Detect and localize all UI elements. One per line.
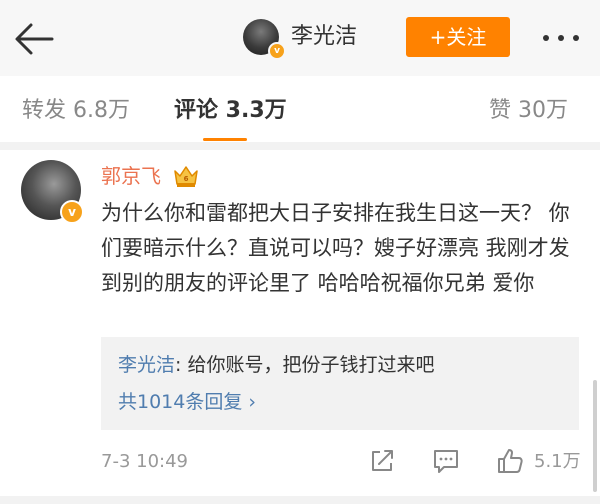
verified-badge-icon: v bbox=[268, 42, 286, 60]
reply-author[interactable]: 李光洁 bbox=[118, 354, 175, 376]
interaction-tabs: 转发 6.8万 评论 3.3万 赞 30万 bbox=[0, 76, 600, 142]
verified-badge-icon: v bbox=[60, 200, 84, 224]
comment-icon[interactable] bbox=[432, 447, 460, 475]
reply-preview[interactable]: 李光洁: 给你账号，把份子钱打过来吧 共1014条回复 › bbox=[101, 337, 579, 430]
reply-text: 给你账号，把份子钱打过来吧 bbox=[181, 354, 435, 376]
svg-text:6: 6 bbox=[184, 175, 189, 183]
like-count: 5.1万 bbox=[534, 451, 581, 472]
tab-like[interactable]: 赞 30万 bbox=[489, 96, 568, 126]
crown-badge-icon: 6 bbox=[174, 166, 198, 187]
scrollbar[interactable] bbox=[593, 380, 597, 492]
tab-repost[interactable]: 转发 6.8万 bbox=[22, 96, 130, 126]
top-navigation-bar: v 李光洁 +关注 bbox=[0, 0, 600, 76]
active-tab-indicator bbox=[203, 138, 247, 141]
bottom-divider bbox=[0, 496, 600, 504]
tab-comment[interactable]: 评论 3.3万 bbox=[174, 96, 287, 126]
commenter-name[interactable]: 郭京飞 bbox=[101, 162, 161, 190]
section-divider bbox=[0, 142, 600, 150]
more-replies-link[interactable]: 共1014条回复 › bbox=[118, 388, 256, 416]
follow-button[interactable]: +关注 bbox=[406, 17, 510, 57]
comment-text: 为什么你和雷都把大日子安排在我生日这一天？ 你们要暗示什么？直说可以吗？嫂子好漂… bbox=[101, 201, 570, 295]
author-name[interactable]: 李光洁 bbox=[291, 22, 357, 52]
thumbs-up-icon[interactable] bbox=[496, 447, 524, 475]
back-arrow-icon[interactable] bbox=[14, 22, 54, 56]
more-icon[interactable] bbox=[541, 28, 581, 48]
reply-line: 李光洁: 给你账号，把份子钱打过来吧 bbox=[118, 351, 434, 379]
repost-icon[interactable] bbox=[368, 447, 396, 475]
comment-timestamp: 7-3 10:49 bbox=[101, 451, 188, 472]
